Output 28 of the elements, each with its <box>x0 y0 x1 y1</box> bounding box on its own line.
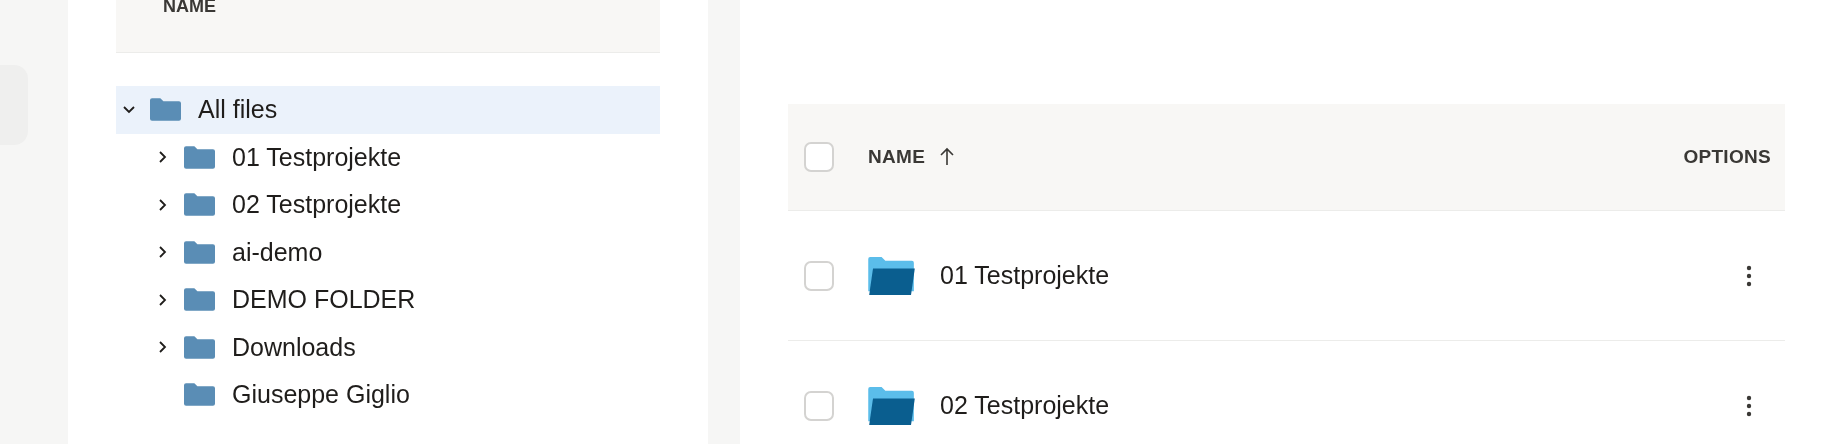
more-options-icon <box>1746 394 1752 417</box>
checkbox[interactable] <box>804 142 834 172</box>
tree-item[interactable]: ai-demo <box>116 228 660 276</box>
tree-item[interactable]: Giuseppe Giglio <box>116 371 660 419</box>
table-row[interactable]: 02 Testprojekte <box>788 341 1785 444</box>
tree-item[interactable]: All files <box>116 86 660 134</box>
checkbox[interactable] <box>804 390 834 421</box>
folder-icon <box>184 383 215 407</box>
tree-item[interactable]: DEMO FOLDER <box>116 276 660 324</box>
table-row[interactable]: 01 Testprojekte <box>788 211 1785 341</box>
folder-icon <box>184 335 215 359</box>
tree-item[interactable]: 01 Testprojekte <box>116 133 660 181</box>
column-label: NAME <box>163 0 217 17</box>
folder-icon <box>184 240 215 264</box>
column-header[interactable]: OPTIONS <box>1683 146 1771 168</box>
folder-icon <box>868 256 916 295</box>
tree-item[interactable]: 02 Testprojekte <box>116 181 660 229</box>
more-options-icon <box>1746 264 1752 287</box>
folder-icon <box>150 98 181 122</box>
folder-icon <box>184 193 215 217</box>
file-name[interactable]: 02 Testprojekte <box>940 391 1110 420</box>
file-name[interactable]: 01 Testprojekte <box>940 261 1110 290</box>
folder-icon <box>184 145 215 169</box>
column-header[interactable]: NAME <box>868 146 926 168</box>
tree-item[interactable]: Downloads <box>116 323 660 371</box>
checkbox[interactable] <box>804 260 834 291</box>
folder-icon <box>868 386 916 425</box>
folder-icon <box>184 288 215 312</box>
